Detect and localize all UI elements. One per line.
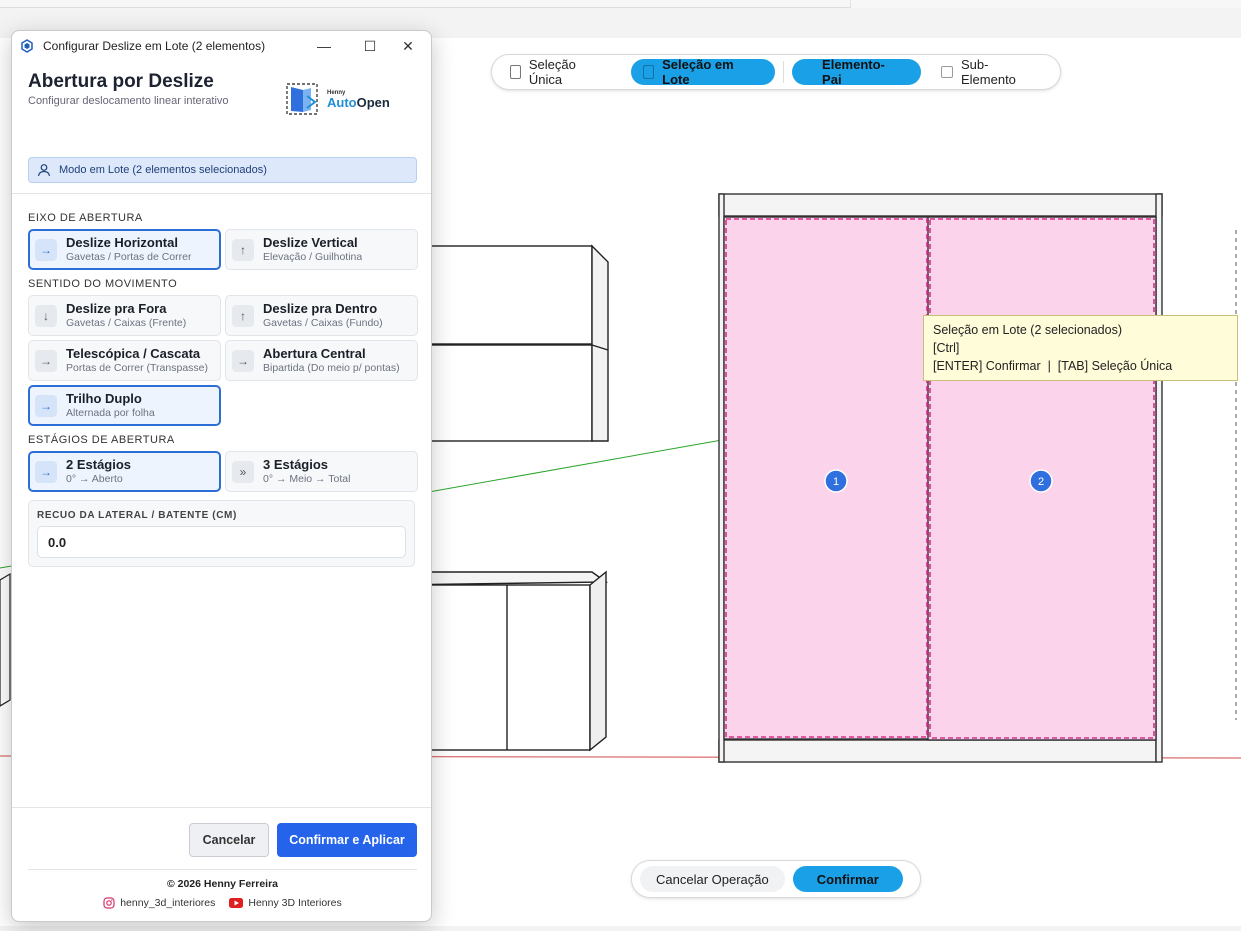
option-2-stages[interactable]: → 2 Estágios 0° → Aberto [28, 451, 221, 492]
section-label-stages: ESTÁGIOS DE ABERTURA [28, 434, 175, 446]
instagram-icon [103, 897, 115, 909]
dialog-content: EIXO DE ABERTURA → Deslize Horizontal Gav… [12, 194, 431, 567]
cancel-button[interactable]: Cancelar [189, 822, 269, 857]
stage-options: → 2 Estágios 0° → Aberto » 3 Estágios 0° →… [28, 451, 418, 492]
youtube-channel: Henny 3D Interiores [248, 897, 342, 909]
option-name: Telescópica / Cascata [66, 347, 201, 361]
option-double-track[interactable]: → Trilho Duplo Alternada por folha [28, 385, 221, 426]
option-name: Deslize pra Dentro [263, 302, 378, 316]
option-vertical-slide[interactable]: ↑ Deslize Vertical Elevação / Guilhotina [225, 229, 418, 270]
mode-parent-element[interactable]: Elemento-Pai [792, 57, 922, 87]
axis-options: → Deslize Horizontal Gavetas / Portas de … [28, 229, 418, 270]
close-button[interactable]: ✕ [393, 31, 423, 61]
mode-single-selection-label: Seleção Única [528, 57, 576, 87]
option-3-stages[interactable]: » 3 Estágios 0° → Meio → Total [225, 451, 418, 492]
option-sub: Gavetas / Portas de Correr [66, 250, 192, 263]
document-icon [643, 65, 655, 79]
maximize-button[interactable]: ☐ [347, 31, 393, 61]
arrow-right-icon: → [35, 394, 57, 417]
far-left-cabinet-edge [0, 572, 11, 707]
arrow-up-icon: ↑ [232, 304, 254, 327]
arrow-down-icon: ↓ [35, 304, 57, 327]
autoopen-logo: Henny AutoOpen [285, 79, 397, 119]
tooltip-line-2: [Ctrl] [933, 341, 960, 355]
credits: © 2026 Henny Ferreira henny_3d_interiore… [28, 869, 417, 909]
mode-batch-selection-label: Seleção em Lote [662, 57, 734, 87]
door-logo-icon [286, 83, 318, 115]
option-name: 2 Estágios [66, 458, 132, 472]
slide-config-dialog: Configurar Deslize em Lote (2 elementos)… [11, 30, 432, 922]
option-sub: Alternada por folha [66, 406, 155, 419]
direction-options: ↓ Deslize pra Fora Gavetas / Caixas (Fren… [28, 295, 418, 426]
option-horizontal-slide[interactable]: → Deslize Horizontal Gavetas / Portas de … [28, 229, 221, 270]
cancel-operation-button[interactable]: Cancelar Operação [640, 866, 785, 892]
option-slide-out[interactable]: ↓ Deslize pra Fora Gavetas / Caixas (Fren… [28, 295, 221, 336]
mode-sub-element[interactable]: Sub-Elemento [929, 57, 1054, 87]
option-name: 3 Estágios [263, 458, 329, 472]
option-name: Deslize Vertical [263, 236, 358, 250]
logo-name-open: Open [356, 94, 390, 110]
option-name: Deslize pra Fora [66, 302, 167, 316]
marker-2[interactable]: 2 [1029, 469, 1053, 493]
selection-tooltip: Seleção em Lote (2 selecionados) [Ctrl] … [923, 315, 1238, 381]
option-telescopic[interactable]: → Telescópica / Cascata Portas de Correr … [28, 340, 221, 381]
user-icon [37, 164, 51, 177]
social-links: henny_3d_interiores Henny 3D Interiores [28, 897, 417, 909]
tooltip-line-3: [ENTER] Confirmar | [TAB] Seleção Única [933, 359, 1173, 373]
marker-1[interactable]: 1 [824, 469, 848, 493]
offset-field-group: RECUO DA LATERAL / BATENTE (CM) [28, 500, 415, 567]
instagram-handle: henny_3d_interiores [120, 897, 216, 909]
youtube-link[interactable]: Henny 3D Interiores [229, 897, 342, 909]
option-sub: Bipartida (Do meio p/ pontas) [263, 361, 400, 374]
arrow-right-icon: → [232, 349, 254, 372]
option-name: Deslize Horizontal [66, 236, 178, 250]
mode-parent-element-label: Elemento-Pai [822, 57, 885, 87]
sketchup-icon [21, 39, 33, 53]
option-name: Trilho Duplo [66, 392, 142, 406]
youtube-icon [229, 898, 244, 908]
arrow-up-icon: ↑ [232, 238, 254, 261]
option-sub: Portas de Correr (Transpasse) [66, 361, 208, 374]
mode-sub-element-label: Sub-Elemento [960, 57, 1016, 87]
document-icon [510, 65, 521, 79]
marker-2-label: 2 [1038, 476, 1044, 488]
option-sub: Gavetas / Caixas (Fundo) [263, 316, 383, 329]
double-chevron-icon: » [232, 460, 254, 483]
arrow-right-icon: → [35, 460, 57, 483]
option-sub: Gavetas / Caixas (Frente) [66, 316, 187, 329]
confirm-operation-button[interactable]: Confirmar [792, 866, 903, 892]
option-sub: 0° → Aberto [66, 472, 123, 485]
mode-single-selection[interactable]: Seleção Única [498, 57, 623, 87]
arrow-right-icon: → [35, 349, 57, 372]
toolbar-divider [783, 61, 785, 83]
confirm-apply-button[interactable]: Confirmar e Aplicar [277, 822, 417, 857]
copyright-text: © 2026 Henny Ferreira [166, 878, 279, 890]
marker-1-label: 1 [833, 476, 839, 488]
option-name: Abertura Central [263, 347, 366, 361]
offset-label: RECUO DA LATERAL / BATENTE (CM) [37, 510, 237, 521]
operation-confirm-bar: Cancelar Operação Confirmar [631, 860, 921, 898]
dialog-title: Configurar Deslize em Lote (2 elementos) [43, 39, 266, 53]
dialog-header: Abertura por Deslize Configurar deslocam… [12, 61, 431, 194]
sub-element-checkbox[interactable] [941, 66, 953, 78]
option-central-opening[interactable]: → Abertura Central Bipartida (Do meio p/ … [225, 340, 418, 381]
dialog-titlebar[interactable]: Configurar Deslize em Lote (2 elementos)… [12, 31, 431, 61]
dialog-actions: Cancelar Confirmar e Aplicar [12, 807, 431, 871]
logo-name: AutoOpen [327, 96, 390, 109]
arrow-right-icon: → [35, 238, 57, 261]
section-label-axis: EIXO DE ABERTURA [28, 212, 143, 224]
tooltip-line-1: Seleção em Lote (2 selecionados) [933, 323, 1123, 337]
instagram-link[interactable]: henny_3d_interiores [103, 897, 215, 909]
mode-batch-selection[interactable]: Seleção em Lote [631, 57, 776, 87]
selection-mode-toolbar: Seleção Única Seleção em Lote Elemento-P… [491, 54, 1061, 90]
option-sub: Elevação / Guilhotina [263, 250, 363, 263]
logo-name-auto: Auto [327, 94, 357, 110]
section-label-direction: SENTIDO DO MOVIMENTO [28, 278, 178, 290]
option-slide-in[interactable]: ↑ Deslize pra Dentro Gavetas / Caixas (Fu… [225, 295, 418, 336]
batch-mode-text: Modo em Lote (2 elementos selecionados) [59, 164, 267, 176]
option-sub: 0° → Meio → Total [263, 472, 351, 485]
offset-input[interactable] [37, 526, 406, 558]
minimize-button[interactable]: — [301, 31, 347, 61]
batch-mode-banner: Modo em Lote (2 elementos selecionados) [28, 157, 417, 183]
